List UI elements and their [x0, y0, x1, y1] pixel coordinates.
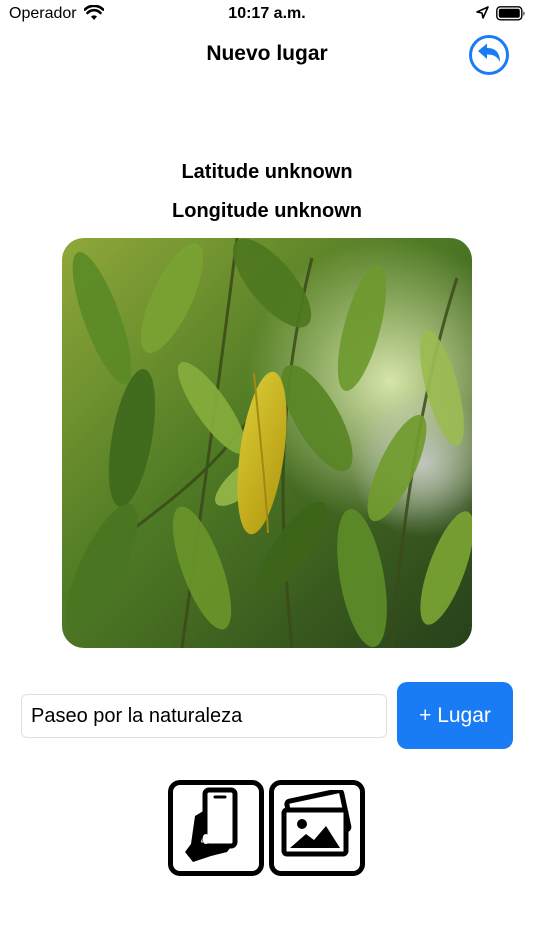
hand-holding-phone-icon — [181, 786, 251, 871]
back-arrow-icon — [476, 42, 502, 69]
back-button[interactable] — [469, 35, 509, 75]
status-bar: Operador 10:17 a.m. — [0, 0, 534, 30]
place-photo — [62, 238, 472, 648]
longitude-label: Longitude unknown — [172, 200, 362, 222]
place-name-input[interactable] — [21, 694, 387, 738]
photo-gallery-icon — [278, 787, 356, 867]
add-place-button[interactable]: + Lugar — [397, 682, 513, 749]
camera-button[interactable] — [168, 780, 264, 876]
location-arrow-icon — [476, 6, 489, 24]
clock-time: 10:17 a.m. — [228, 5, 306, 22]
battery-icon — [496, 6, 526, 26]
page-title: Nuevo lugar — [206, 42, 328, 65]
latitude-label: Latitude unknown — [181, 161, 353, 183]
gallery-button[interactable] — [269, 780, 365, 876]
